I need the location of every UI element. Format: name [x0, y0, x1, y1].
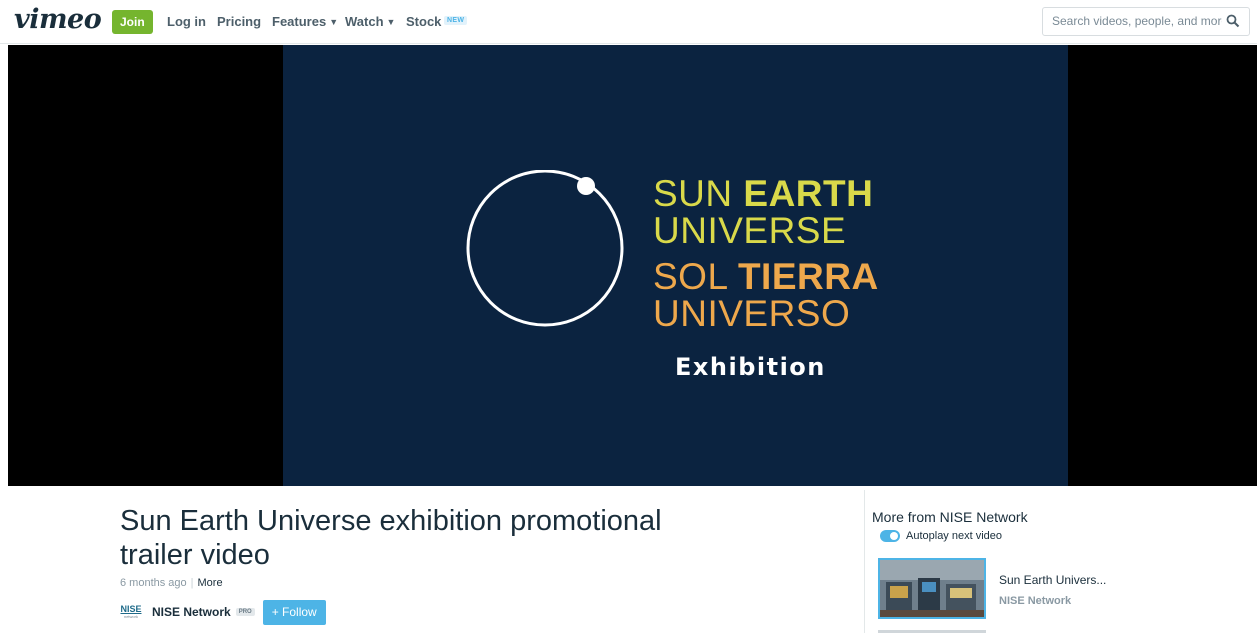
pricing-link[interactable]: Pricing	[217, 14, 261, 29]
new-badge: NEW	[444, 16, 468, 25]
search-icon[interactable]	[1226, 14, 1240, 33]
sidebar-divider	[864, 490, 865, 633]
owner-row: NISE network NISE Network PRO + Follow	[120, 599, 326, 625]
frame-line-sun-earth: SUN EARTH	[653, 173, 874, 214]
related-video-thumbnail[interactable]	[878, 558, 986, 619]
watch-menu[interactable]: Watch ▼	[345, 14, 395, 29]
autoplay-toggle[interactable]	[880, 530, 900, 542]
login-link[interactable]: Log in	[167, 14, 206, 29]
frame-line-sol-tierra: SOL TIERRA	[653, 256, 879, 297]
frame-line-universo: UNIVERSO	[653, 293, 851, 334]
frame-line-exhibition: Exhibition	[675, 353, 826, 381]
orbit-logo	[466, 170, 624, 327]
video-player[interactable]: SUN EARTH UNIVERSE SOL TIERRA UNIVERSO E…	[8, 45, 1257, 486]
features-menu[interactable]: Features ▼	[272, 14, 338, 29]
more-link[interactable]: More	[198, 577, 223, 589]
video-frame[interactable]: SUN EARTH UNIVERSE SOL TIERRA UNIVERSO E…	[283, 45, 1068, 486]
related-video-owner[interactable]: NISE Network	[999, 595, 1071, 607]
top-nav: vimeo Join Log in Pricing Features ▼ Watc…	[0, 0, 1257, 44]
search-input[interactable]	[1052, 14, 1222, 28]
sidebar-title: More from NISE Network	[872, 509, 1028, 525]
autoplay-label: Autoplay next video	[906, 530, 1003, 542]
autoplay-row: Autoplay next video	[880, 530, 1002, 542]
chevron-down-icon: ▼	[329, 17, 339, 27]
features-label: Features	[272, 14, 327, 29]
owner-name-link[interactable]: NISE Network	[152, 605, 231, 619]
pro-badge: PRO	[235, 608, 255, 616]
frame-line-universe: UNIVERSE	[653, 210, 847, 251]
owner-avatar[interactable]: NISE network	[120, 602, 142, 622]
video-title: Sun Earth Universe exhibition promotiona…	[120, 505, 662, 571]
posted-date: 6 months ago	[120, 577, 187, 589]
search-box[interactable]	[1042, 7, 1250, 36]
stock-link[interactable]: Stock	[406, 14, 441, 29]
video-meta: 6 months ago | More	[120, 577, 223, 589]
join-button[interactable]: Join	[112, 10, 153, 34]
vimeo-logo[interactable]: vimeo	[14, 4, 102, 35]
thumbnail-image	[880, 560, 984, 617]
meta-divider: |	[190, 577, 194, 589]
watch-label: Watch	[345, 14, 384, 29]
related-video-title[interactable]: Sun Earth Univers...	[999, 573, 1106, 587]
follow-button[interactable]: + Follow	[262, 599, 326, 625]
chevron-down-icon: ▼	[386, 17, 396, 27]
